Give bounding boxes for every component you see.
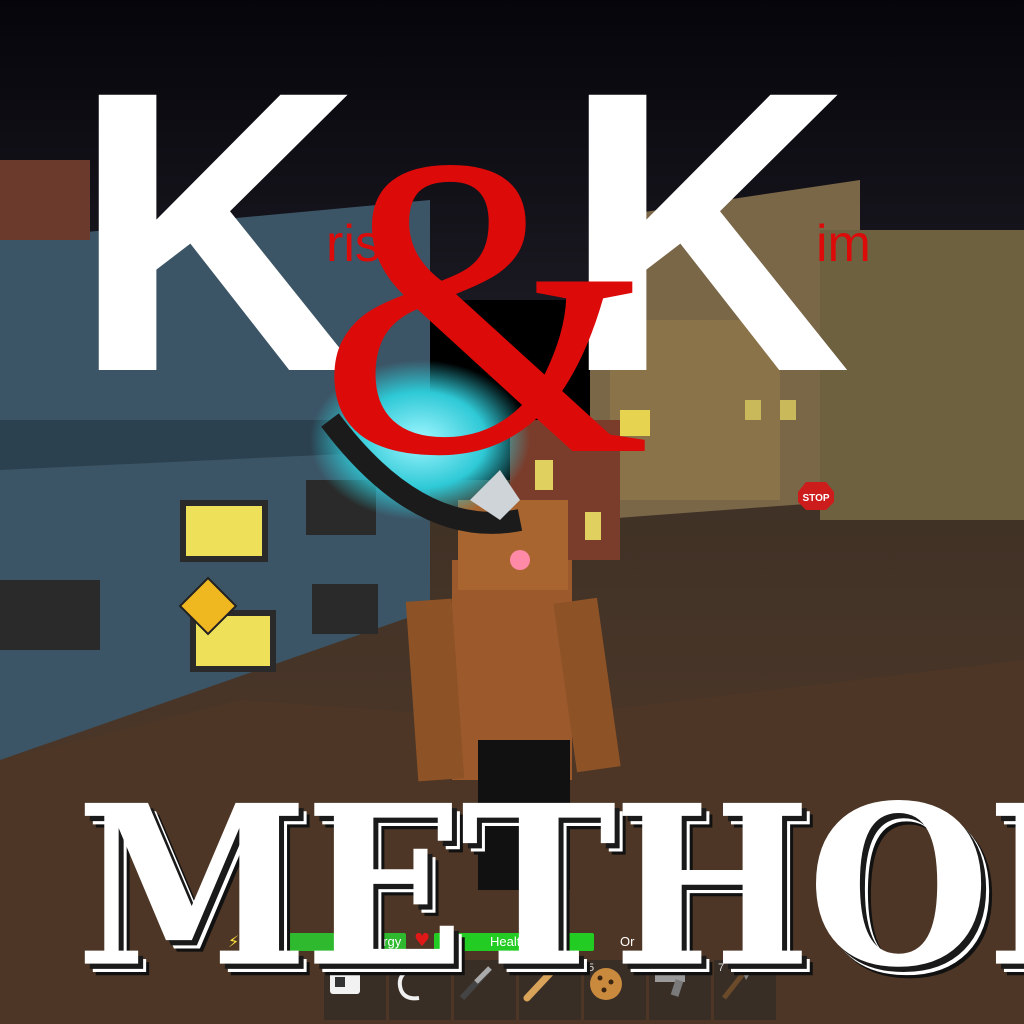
logo-initial-k-left: K	[72, 8, 361, 455]
logo-ampersand: &	[318, 69, 653, 545]
tan-building-right	[820, 230, 1024, 520]
methods-headline: METHODS	[76, 756, 1024, 1017]
game-scene: STOP K K ris im & ⚡ Energy ♥ Health Or 1…	[0, 0, 1024, 1024]
logo-name-kim: im	[816, 215, 871, 273]
svg-text:STOP: STOP	[802, 493, 829, 504]
